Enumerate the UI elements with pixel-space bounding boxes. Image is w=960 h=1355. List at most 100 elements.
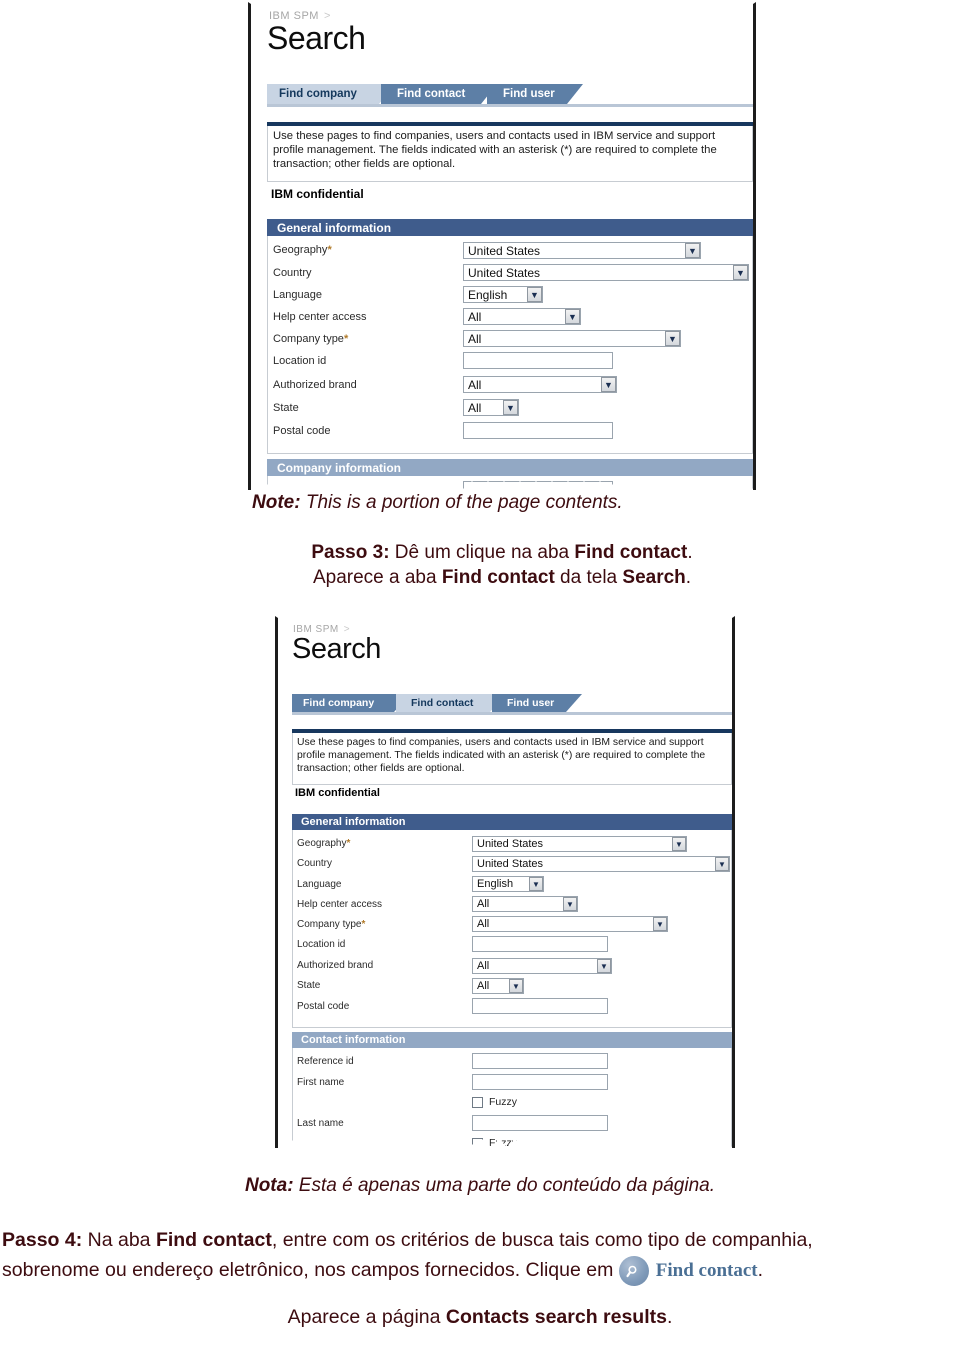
passo-3-text-2: . xyxy=(687,542,693,563)
passo-3-bold-find-contact-2: Find contact xyxy=(441,567,555,589)
reference-id-input[interactable] xyxy=(472,1053,608,1069)
tab-find-contact[interactable]: Find contact xyxy=(396,694,506,712)
country-select[interactable]: United States ▼ xyxy=(463,264,749,281)
chevron-down-icon[interactable]: ▼ xyxy=(503,400,518,415)
passo-4-text-3: sobrenome ou endereço eletrônico, nos ca… xyxy=(2,1259,619,1282)
torn-edge-bottom xyxy=(251,481,753,490)
chevron-down-icon[interactable]: ▼ xyxy=(529,877,543,891)
select-value: All xyxy=(477,960,490,972)
field-row-country: Country xyxy=(273,267,312,279)
tab-find-user[interactable]: Find user xyxy=(492,694,582,712)
location-id-input[interactable] xyxy=(472,936,608,952)
chevron-down-icon[interactable]: ▼ xyxy=(527,287,542,302)
chevron-down-icon[interactable]: ▼ xyxy=(685,243,700,258)
required-asterisk: * xyxy=(343,333,349,345)
location-id-input[interactable] xyxy=(463,352,613,369)
chevron-down-icon[interactable]: ▼ xyxy=(509,979,523,993)
chevron-down-icon[interactable]: ▼ xyxy=(715,857,729,871)
field-row-first-name: First name xyxy=(297,1077,344,1088)
tab-find-company[interactable]: Find company xyxy=(267,84,395,104)
field-label: Geography* xyxy=(297,838,351,849)
intro-text: Use these pages to find companies, users… xyxy=(297,737,706,774)
chevron-down-icon[interactable]: ▼ xyxy=(672,837,686,851)
note-prefix: Note: xyxy=(252,492,301,513)
field-row-geography: Geography* xyxy=(273,244,332,256)
intro-text: Use these pages to find companies, users… xyxy=(273,130,717,171)
tab-label: Find company xyxy=(303,697,375,709)
country-select[interactable]: United States ▼ xyxy=(472,856,730,872)
section-header-company-information: Company information xyxy=(267,459,753,476)
help-center-access-select[interactable]: All ▼ xyxy=(463,308,581,325)
company-type-select[interactable]: All ▼ xyxy=(472,916,668,932)
authorized-brand-select[interactable]: All ▼ xyxy=(472,958,612,974)
select-value: United States xyxy=(477,858,544,870)
language-select[interactable]: English ▼ xyxy=(463,286,543,303)
help-center-access-select[interactable]: All ▼ xyxy=(472,896,578,912)
field-row-help-center-access: Help center access xyxy=(297,899,382,910)
field-label: Postal code xyxy=(273,425,331,437)
fuzzy-checkbox[interactable] xyxy=(472,1096,483,1108)
select-value: All xyxy=(477,918,490,930)
field-row-geography: Geography* xyxy=(297,838,350,849)
note-text: This is a portion of the page contents. xyxy=(300,492,623,513)
geography-select[interactable]: United States ▼ xyxy=(472,836,687,852)
select-value: All xyxy=(477,898,490,910)
passo-3-line-1: Passo 3: Dê um clique na aba Find contac… xyxy=(252,540,752,565)
passo-4-paragraph: Passo 4: Na aba Find contact, entre com … xyxy=(0,1225,960,1332)
page-title: Search xyxy=(267,20,366,56)
geography-select[interactable]: United States ▼ xyxy=(463,242,701,259)
last-name-input[interactable] xyxy=(472,1115,608,1131)
tab-find-company[interactable]: Find company xyxy=(292,694,410,712)
first-name-input[interactable] xyxy=(472,1074,608,1090)
chevron-down-icon[interactable]: ▼ xyxy=(733,265,748,280)
tab-find-user[interactable]: Find user xyxy=(487,84,583,104)
section-title: Contact information xyxy=(301,1034,406,1046)
authorized-brand-select[interactable]: All ▼ xyxy=(463,376,617,393)
passo-3-paragraph: Passo 3: Dê um clique na aba Find contac… xyxy=(252,540,752,590)
language-select[interactable]: English ▼ xyxy=(472,876,544,892)
field-label: Authorized brand xyxy=(273,379,357,391)
passo-3-text-1: Dê um clique na aba xyxy=(389,542,575,563)
tab-bar: Find company Find contact Find user xyxy=(267,84,747,104)
field-row-company-type: Company type* xyxy=(273,333,348,345)
state-select[interactable]: All ▼ xyxy=(472,978,524,994)
section-title: General information xyxy=(301,816,406,828)
select-value: All xyxy=(468,377,482,392)
passo-3-text-3: Aparece a aba xyxy=(312,567,442,589)
tab-underline xyxy=(267,104,753,107)
chevron-down-icon[interactable]: ▼ xyxy=(653,917,667,931)
passo-3-bold-search: Search xyxy=(622,567,686,589)
chevron-down-icon[interactable]: ▼ xyxy=(665,331,680,346)
field-row-location-id: Location id xyxy=(273,355,326,367)
section-header-general-information: General information xyxy=(292,814,732,830)
chevron-down-icon[interactable]: ▼ xyxy=(565,309,580,324)
field-row-postal-code: Postal code xyxy=(273,425,330,437)
first-name-fuzzy-row[interactable]: Fuzzy xyxy=(472,1096,517,1108)
note-prefix: Nota: xyxy=(244,1175,294,1196)
section-header-contact-information: Contact information xyxy=(292,1032,732,1048)
tab-bar: Find company Find contact Find user xyxy=(292,694,722,712)
company-type-select[interactable]: All ▼ xyxy=(463,330,681,347)
find-contact-button[interactable]: Find contact xyxy=(618,1256,758,1287)
select-value: All xyxy=(468,309,482,324)
page-title: Search xyxy=(292,633,381,665)
chevron-down-icon[interactable]: ▼ xyxy=(601,377,616,392)
field-label: Help center access xyxy=(297,899,383,910)
passo-4-text-2: , entre com os critérios de busca tais c… xyxy=(271,1229,813,1251)
field-row-postal-code: Postal code xyxy=(297,1001,349,1012)
tab-label: Find contact xyxy=(397,88,466,100)
select-value: English xyxy=(477,878,514,890)
postal-code-input[interactable] xyxy=(472,998,608,1014)
tab-underline xyxy=(292,712,732,715)
state-select[interactable]: All ▼ xyxy=(463,399,519,416)
section-title: Company information xyxy=(277,460,402,475)
field-row-help-center-access: Help center access xyxy=(273,311,367,323)
tab-find-contact[interactable]: Find contact xyxy=(381,84,497,104)
chevron-down-icon[interactable]: ▼ xyxy=(597,959,611,973)
field-row-reference-id: Reference id xyxy=(297,1056,354,1067)
postal-code-input[interactable] xyxy=(463,422,613,439)
chevron-down-icon[interactable]: ▼ xyxy=(563,897,577,911)
field-label: Geography* xyxy=(273,244,332,256)
field-label: Last name xyxy=(297,1118,344,1129)
tab-label: Find user xyxy=(503,88,555,100)
